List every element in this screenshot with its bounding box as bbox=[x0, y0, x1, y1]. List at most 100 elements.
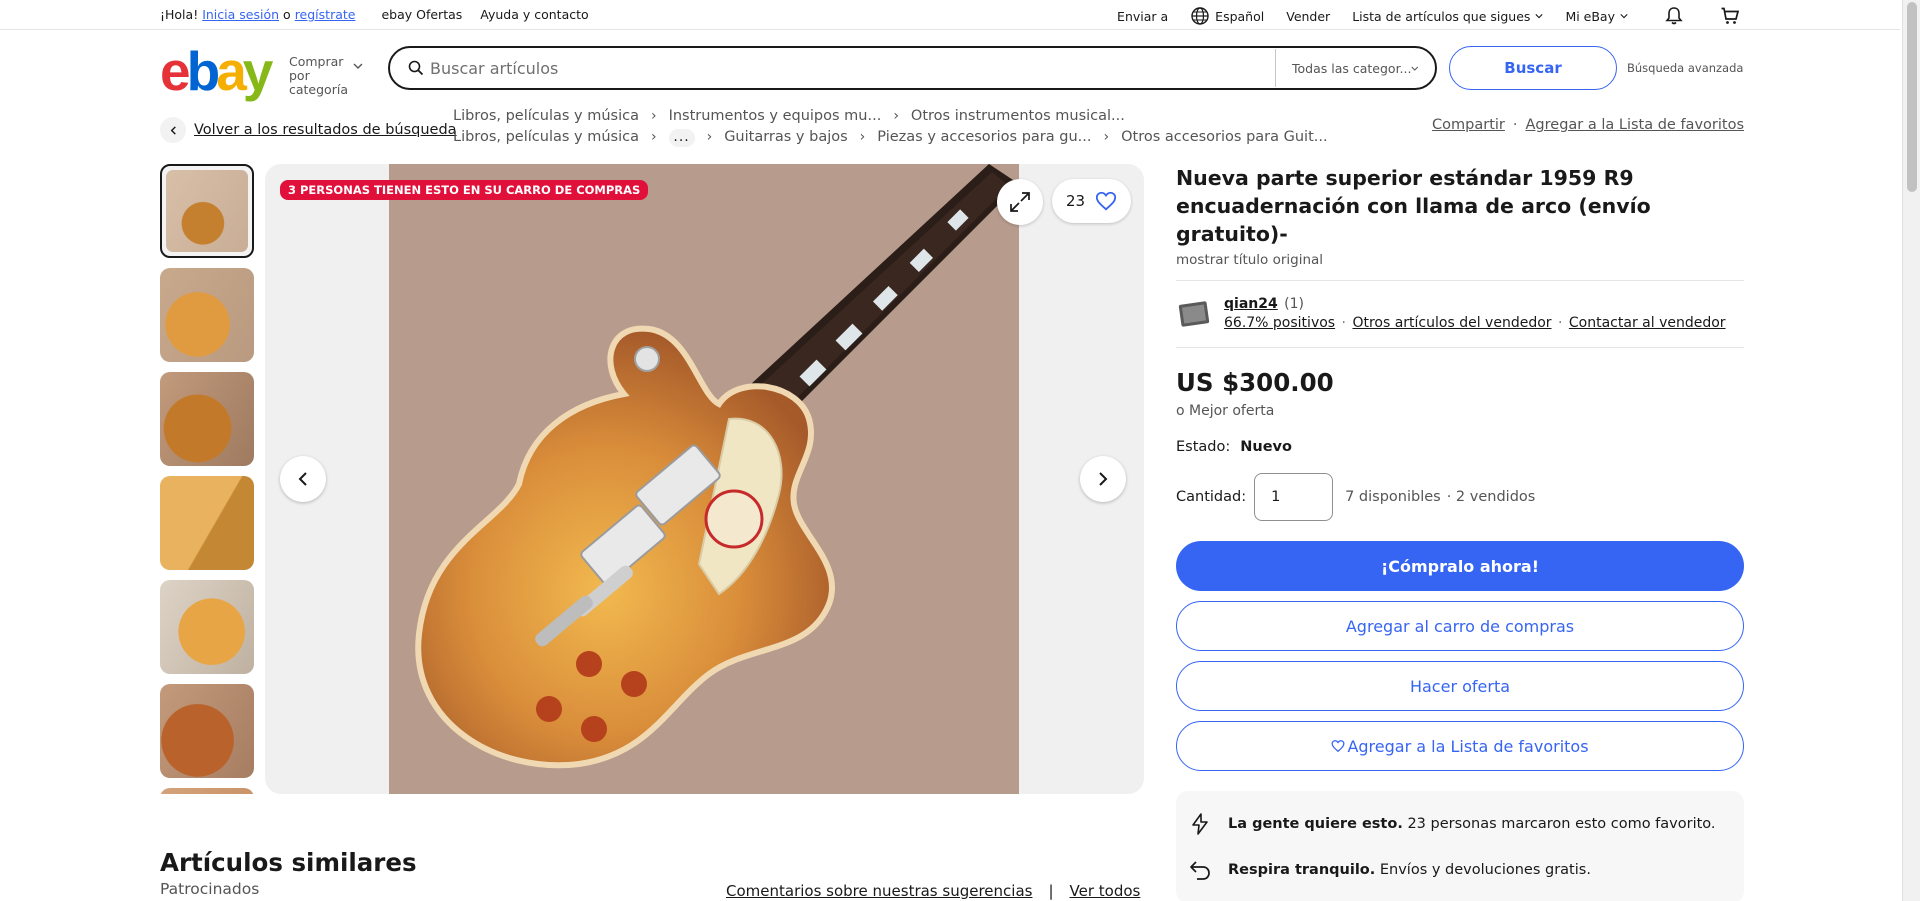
return-icon bbox=[1190, 861, 1210, 880]
seller-info: qian24 (1) 66.7% positivos · Otros artíc… bbox=[1224, 296, 1726, 331]
guitar-illustration bbox=[389, 164, 1019, 794]
item-signals: La gente quiere esto. 23 personas marcar… bbox=[1176, 791, 1744, 901]
language-button[interactable]: Español bbox=[1190, 6, 1264, 26]
bell-icon[interactable] bbox=[1664, 6, 1684, 26]
page-scrollbar[interactable] bbox=[1902, 0, 1920, 901]
guitar-thumbnail-image bbox=[160, 268, 254, 362]
image-viewer: 3 PERSONAS TIENEN ESTO EN SU CARRO DE CO… bbox=[265, 164, 1144, 794]
thumbnail[interactable] bbox=[160, 788, 254, 794]
breadcrumb-item[interactable]: Guitarras y bajos bbox=[724, 127, 847, 148]
watchlist-dropdown[interactable]: Lista de artículos que sigues bbox=[1352, 8, 1544, 24]
favorite-button[interactable]: 23 bbox=[1052, 179, 1132, 223]
help-link[interactable]: Ayuda y contacto bbox=[480, 7, 588, 22]
sponsored-label: Patrocinados bbox=[160, 880, 260, 898]
ship-to-label: Enviar a bbox=[1117, 8, 1169, 24]
lightning-icon bbox=[1192, 813, 1208, 835]
make-offer-button[interactable]: Hacer oferta bbox=[1176, 661, 1744, 711]
expand-image-button[interactable] bbox=[997, 179, 1043, 225]
ship-to-button[interactable]: Enviar a bbox=[1117, 9, 1168, 24]
sell-link[interactable]: Vender bbox=[1286, 9, 1330, 24]
signal-bold: Respira tranquilo. bbox=[1228, 862, 1376, 878]
feedback-link[interactable]: Comentarios sobre nuestras sugerencias bbox=[726, 882, 1032, 900]
breadcrumb-item[interactable]: Otros instrumentos musical... bbox=[911, 106, 1125, 127]
contact-seller-link[interactable]: Contactar al vendedor bbox=[1569, 315, 1726, 331]
watchlist-label: Lista de artículos que sigues bbox=[1352, 8, 1531, 24]
thumbnail[interactable] bbox=[160, 684, 254, 778]
show-original-title-link[interactable]: mostrar título original bbox=[1176, 252, 1744, 268]
search-button[interactable]: Buscar bbox=[1449, 46, 1617, 90]
seller-other-items-link[interactable]: Otros artículos del vendedor bbox=[1352, 315, 1551, 331]
register-link[interactable]: regístrate bbox=[295, 7, 356, 22]
heart-icon bbox=[1096, 191, 1117, 211]
heart-icon bbox=[1331, 740, 1345, 753]
best-offer-text: o Mejor oferta bbox=[1176, 403, 1275, 419]
chevron-right-icon: › bbox=[650, 108, 657, 124]
buy-now-button[interactable]: ¡Cómpralo ahora! bbox=[1176, 541, 1744, 591]
breadcrumb-item[interactable]: Otros accesorios para Guit... bbox=[1121, 127, 1328, 148]
main-header: ebay Comprar por categoría Todas las cat… bbox=[0, 30, 1900, 105]
my-ebay-label: Mi eBay bbox=[1565, 8, 1615, 24]
thumbnail-selected[interactable] bbox=[160, 164, 254, 258]
deals-link[interactable]: ebay Ofertas bbox=[381, 7, 462, 22]
seller-links-line: 66.7% positivos · Otros artículos del ve… bbox=[1224, 315, 1726, 331]
seller-name-line: qian24 (1) bbox=[1224, 296, 1726, 312]
top-left-links: ¡Hola! Inicia sesión o regístrate ebay O… bbox=[160, 7, 589, 22]
chevron-down-icon bbox=[1620, 14, 1628, 19]
thumbnail-strip bbox=[160, 164, 256, 794]
chevron-right-icon: › bbox=[859, 129, 866, 145]
breadcrumb-row-1: Libros, películas y música › Instrumento… bbox=[453, 106, 1328, 127]
previous-image-button[interactable] bbox=[280, 456, 326, 502]
scrollbar-thumb[interactable] bbox=[1907, 2, 1917, 192]
search-input[interactable] bbox=[430, 50, 1275, 86]
breadcrumb-item[interactable]: Libros, películas y música bbox=[453, 127, 639, 148]
quantity-label: Cantidad: bbox=[1176, 489, 1247, 505]
back-button[interactable] bbox=[160, 117, 186, 143]
expand-icon bbox=[1010, 192, 1030, 212]
seller-avatar[interactable] bbox=[1176, 295, 1212, 331]
ebay-logo[interactable]: ebay bbox=[160, 44, 273, 99]
share-actions: Compartir · Agregar a la Lista de favori… bbox=[1432, 117, 1744, 133]
available-count: 7 disponibles bbox=[1345, 489, 1441, 505]
language-label: Español bbox=[1215, 8, 1265, 24]
guitar-thumbnail-image bbox=[160, 580, 254, 674]
chevron-down-icon bbox=[1411, 66, 1419, 71]
quantity-input[interactable] bbox=[1254, 473, 1334, 521]
sold-count: · 2 vendidos bbox=[1446, 489, 1536, 505]
thumbnail[interactable] bbox=[160, 372, 254, 466]
separator-dot: · bbox=[1557, 314, 1563, 331]
seller-positive-link[interactable]: 66.7% positivos bbox=[1224, 315, 1335, 331]
my-ebay-dropdown[interactable]: Mi eBay bbox=[1565, 9, 1628, 24]
signal-text: Respira tranquilo. Envíos y devoluciones… bbox=[1228, 862, 1591, 878]
breadcrumb-item[interactable]: Piezas y accesorios para gu... bbox=[877, 127, 1091, 148]
chevron-down-icon bbox=[1535, 14, 1544, 19]
category-select[interactable]: Todas las categor... bbox=[1275, 49, 1435, 87]
item-details-panel: Nueva parte superior estándar 1959 R9 en… bbox=[1176, 164, 1744, 901]
back-to-results-link[interactable]: Volver a los resultados de búsqueda bbox=[160, 117, 457, 143]
advanced-search-link[interactable]: Búsqueda avanzada bbox=[1627, 61, 1743, 75]
top-right-links: Enviar a Español Vender Lista de artícul… bbox=[1117, 6, 1740, 26]
breadcrumb-more-button[interactable]: ... bbox=[668, 128, 695, 147]
seller-card: qian24 (1) 66.7% positivos · Otros artíc… bbox=[1176, 280, 1744, 348]
top-utility-bar: ¡Hola! Inicia sesión o regístrate ebay O… bbox=[0, 0, 1900, 30]
signal-row: Respira tranquilo. Envíos y devoluciones… bbox=[1188, 847, 1732, 893]
shop-by-category-button[interactable]: Comprar por categoría bbox=[289, 55, 361, 97]
cart-icon[interactable] bbox=[1720, 6, 1740, 26]
breadcrumb-item[interactable]: Instrumentos y equipos mu... bbox=[669, 106, 882, 127]
item-price: US $300.00 bbox=[1176, 368, 1334, 397]
thumbnail[interactable] bbox=[160, 580, 254, 674]
seller-name-link[interactable]: qian24 bbox=[1224, 296, 1278, 312]
add-to-cart-button[interactable]: Agregar al carro de compras bbox=[1176, 601, 1744, 651]
breadcrumb-item[interactable]: Libros, películas y música bbox=[453, 106, 639, 127]
signal-detail: Envíos y devoluciones gratis. bbox=[1375, 862, 1591, 878]
thumbnail[interactable] bbox=[160, 476, 254, 570]
similar-items-links: Comentarios sobre nuestras sugerencias |… bbox=[726, 882, 1140, 900]
share-link[interactable]: Compartir bbox=[1432, 117, 1505, 133]
add-to-watchlist-button[interactable]: Agregar a la Lista de favoritos bbox=[1176, 721, 1744, 771]
see-all-link[interactable]: Ver todos bbox=[1070, 882, 1141, 900]
main-product-image[interactable] bbox=[389, 164, 1019, 794]
favorite-count: 23 bbox=[1066, 192, 1086, 210]
thumbnail[interactable] bbox=[160, 268, 254, 362]
signin-link[interactable]: Inicia sesión bbox=[202, 7, 279, 22]
next-image-button[interactable] bbox=[1080, 456, 1126, 502]
add-to-watchlist-link[interactable]: Agregar a la Lista de favoritos bbox=[1526, 117, 1744, 133]
